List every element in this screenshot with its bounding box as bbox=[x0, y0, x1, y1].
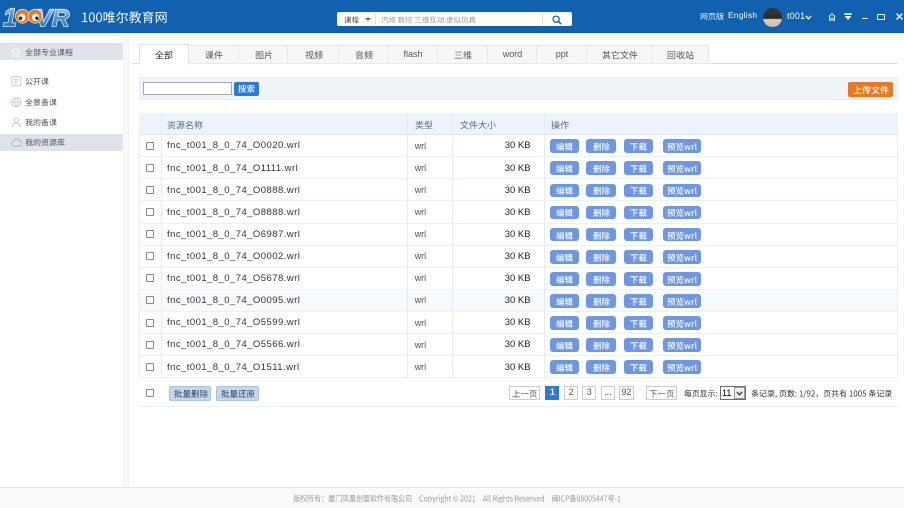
svg-text:1: 1 bbox=[3, 4, 17, 31]
